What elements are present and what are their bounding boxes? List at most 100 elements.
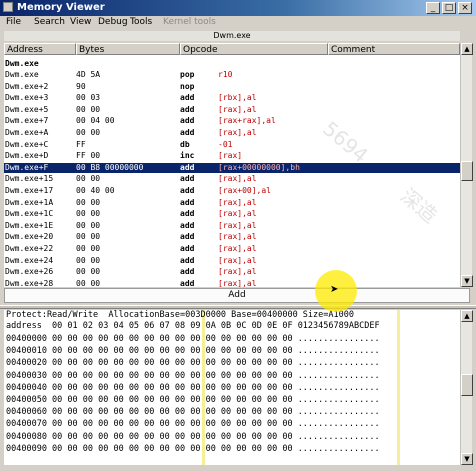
row-opcode: add — [180, 278, 195, 287]
hex-row[interactable]: 00400090 00 00 00 00 00 00 00 00 00 00 0… — [6, 444, 380, 455]
row-opcode: inc — [180, 151, 195, 161]
hex-row[interactable]: 00400080 00 00 00 00 00 00 00 00 00 00 0… — [6, 432, 380, 443]
disasm-row[interactable]: Dwm.exe+3 00 03 add [rbx],al — [4, 93, 460, 103]
hex-row[interactable]: 00400010 00 00 00 00 00 00 00 00 00 00 0… — [6, 346, 380, 357]
row-operand: [rax],al — [218, 209, 257, 219]
row-bytes: 90 — [76, 81, 86, 91]
menu-search[interactable]: Search — [34, 17, 65, 27]
hex-row[interactable]: 00400070 00 00 00 00 00 00 00 00 00 00 0… — [6, 419, 380, 430]
hex-row[interactable]: 00400050 00 00 00 00 00 00 00 00 00 00 0… — [6, 395, 380, 406]
menu-view[interactable]: View — [70, 17, 91, 27]
section-label: Dwm.exe — [4, 59, 460, 69]
row-opcode: pop — [180, 70, 195, 79]
disasm-row[interactable]: Dwm.exe+C FF db -01 — [4, 140, 460, 150]
disasm-row[interactable]: Dwm.exe+15 00 00 add [rax],al — [4, 174, 460, 184]
hex-scroll-down-icon[interactable]: ▼ — [461, 453, 473, 465]
hex-row[interactable]: 00400030 00 00 00 00 00 00 00 00 00 00 0… — [6, 371, 380, 382]
disasm-row[interactable]: Dwm.exe+5 00 00 add [rax],al — [4, 105, 460, 115]
row-bytes: 00 00 — [76, 128, 101, 137]
menu-bar: File Search View Debug Tools Kernel tool… — [0, 16, 476, 29]
column-header-opcode[interactable]: Opcode — [180, 43, 328, 55]
menu-file[interactable]: File — [6, 17, 21, 27]
close-button[interactable]: × — [458, 2, 472, 14]
hex-row[interactable]: 00400000 00 00 00 00 00 00 00 00 00 00 0… — [6, 334, 380, 345]
row-bytes: 00 00 — [76, 174, 101, 184]
column-header-address[interactable]: Address — [4, 43, 76, 55]
disassembler-scrollbar[interactable]: ▲ ▼ — [460, 43, 473, 287]
row-operand: [rbx],al — [218, 93, 257, 103]
disasm-row[interactable]: Dwm.exe+24 00 00 add [rax],al — [4, 256, 460, 266]
row-bytes: 00 00 — [76, 220, 101, 230]
disassembler-view[interactable]: Dwm.exe Dwm.exe 4D 5A pop r10 Dwm.exe+2 90 nop… — [4, 55, 460, 287]
row-address: Dwm.exe+A — [5, 128, 49, 137]
maximize-button[interactable]: □ — [442, 2, 456, 14]
disasm-row[interactable]: Dwm.exe 4D 5A pop r10 — [4, 70, 460, 80]
row-operand: [rax],al — [218, 197, 257, 207]
row-address: Dwm.exe+5 — [5, 104, 49, 114]
row-bytes: 00 00 — [76, 278, 101, 287]
disasm-row[interactable]: Dwm.exe+28 00 00 add [rax],al — [4, 279, 460, 287]
row-address: Dwm.exe+1A — [5, 197, 54, 207]
hex-scroll-up-icon[interactable]: ▲ — [461, 310, 473, 322]
ascii-highlight — [397, 310, 400, 465]
row-operand: [rax],al — [218, 255, 257, 265]
disasm-row[interactable]: Dwm.exe+17 00 40 00 add [rax+00],al — [4, 186, 460, 196]
row-bytes: 00 B8 00000000 — [76, 162, 144, 172]
row-opcode: add — [180, 104, 195, 114]
app-icon — [3, 2, 13, 12]
disasm-row[interactable]: Dwm.exe+2 90 nop — [4, 82, 460, 92]
row-opcode: add — [180, 116, 195, 126]
scroll-down-icon[interactable]: ▼ — [461, 275, 473, 287]
row-operand: -01 — [218, 139, 233, 149]
hex-scrollbar[interactable]: ▲ ▼ — [460, 310, 473, 465]
disasm-row[interactable]: Dwm.exe+7 00 04 00 add [rax+rax],al — [4, 116, 460, 126]
row-operand: [rax] — [218, 151, 243, 161]
row-address: Dwm.exe+15 — [5, 174, 54, 184]
column-header-comment[interactable]: Comment — [328, 43, 460, 55]
row-bytes: 00 40 00 — [76, 186, 115, 195]
row-operand: [rax+00000000],bh — [218, 162, 300, 172]
hex-row[interactable]: 00400040 00 00 00 00 00 00 00 00 00 00 0… — [6, 383, 380, 394]
minimize-button[interactable]: _ — [426, 2, 440, 14]
window-title: Memory Viewer — [17, 2, 105, 13]
row-bytes: 00 00 — [76, 232, 101, 242]
row-address: Dwm.exe+22 — [5, 244, 54, 253]
row-address: Dwm.exe+1E — [5, 220, 54, 230]
menu-tools[interactable]: Tools — [130, 17, 152, 27]
disasm-row[interactable]: Dwm.exe+D FF 00 inc [rax] — [4, 151, 460, 161]
hex-view[interactable]: Protect:Read/Write AllocationBase=003D00… — [4, 310, 460, 465]
hex-row[interactable]: 00400020 00 00 00 00 00 00 00 00 00 00 0… — [6, 358, 380, 369]
menu-debug[interactable]: Debug — [98, 17, 128, 27]
add-button[interactable]: Add — [4, 288, 470, 303]
disasm-row[interactable]: Dwm.exe+1A 00 00 add [rax],al — [4, 198, 460, 208]
disasm-row[interactable]: Dwm.exe+1C 00 00 add [rax],al — [4, 209, 460, 219]
pane-splitter[interactable] — [0, 305, 476, 309]
row-bytes: 00 00 — [76, 104, 101, 114]
scroll-up-icon[interactable]: ▲ — [461, 43, 473, 55]
row-opcode: add — [180, 128, 195, 137]
row-operand: [rax],al — [218, 220, 257, 230]
row-address: Dwm.exe+24 — [5, 255, 54, 265]
row-address: Dwm.exe+3 — [5, 93, 49, 103]
row-address: Dwm.exe+F — [5, 162, 49, 172]
row-opcode: db — [180, 139, 190, 149]
row-bytes: FF 00 — [76, 151, 101, 161]
hex-scroll-thumb[interactable] — [461, 374, 473, 396]
column-header-bytes[interactable]: Bytes — [76, 43, 180, 55]
disasm-row[interactable]: Dwm.exe+22 00 00 add [rax],al — [4, 244, 460, 254]
row-opcode: nop — [180, 81, 195, 91]
row-opcode: add — [180, 267, 195, 277]
disasm-row-selected[interactable]: Dwm.exe+F 00 B8 00000000 add [rax+00000000]… — [4, 162, 460, 173]
row-operand: [rax],al — [218, 104, 257, 114]
menu-kernel-tools[interactable]: Kernel tools — [163, 17, 216, 27]
disasm-row[interactable]: Dwm.exe+1E 00 00 add [rax],al — [4, 221, 460, 231]
row-operand: r10 — [218, 70, 233, 79]
row-opcode: add — [180, 220, 195, 230]
scroll-thumb[interactable] — [461, 161, 473, 181]
row-address: Dwm.exe+7 — [5, 116, 49, 126]
disasm-row[interactable]: Dwm.exe+A 00 00 add [rax],al — [4, 128, 460, 138]
hex-row[interactable]: 00400060 00 00 00 00 00 00 00 00 00 00 0… — [6, 407, 380, 418]
hex-header: address 00 01 02 03 04 05 06 07 08 09 0A… — [6, 321, 380, 331]
disasm-row[interactable]: Dwm.exe+20 00 00 add [rax],al — [4, 232, 460, 242]
disasm-row[interactable]: Dwm.exe+26 00 00 add [rax],al — [4, 267, 460, 277]
